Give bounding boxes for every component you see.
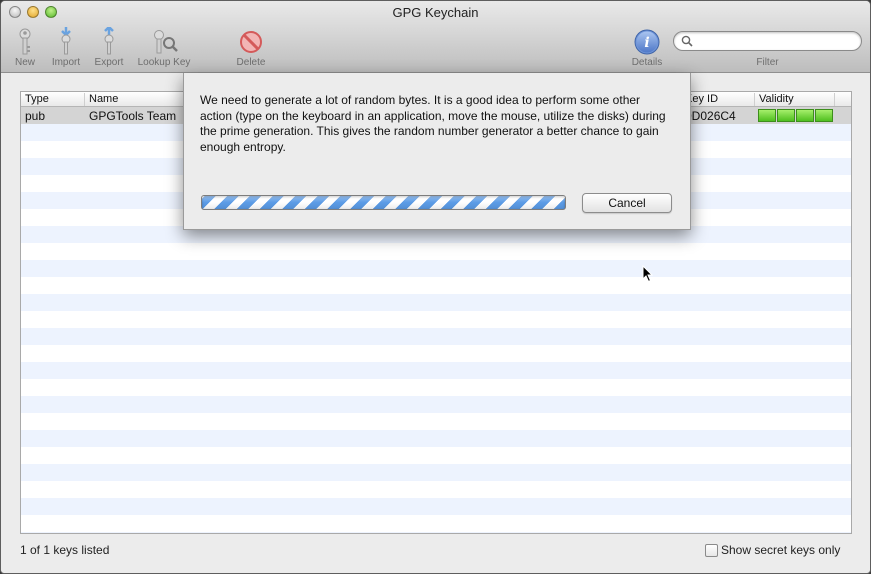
search-icon [681,35,693,47]
export-label: Export [94,57,124,68]
search-input[interactable] [696,34,856,48]
empty-row [21,243,851,260]
column-header-type[interactable]: Type [21,93,85,106]
lookup-key-button[interactable]: Lookup Key [134,27,194,68]
keys-count: 1 of 1 keys listed [20,543,110,557]
mouse-cursor-icon [642,265,654,283]
delete-button[interactable]: Delete [233,27,269,68]
delete-label: Delete [236,57,266,68]
empty-row [21,328,851,345]
validity-segment [815,109,833,122]
svg-text:i: i [644,35,649,51]
column-header-key-id[interactable]: Key ID [681,93,755,106]
details-button[interactable]: i Details [627,27,667,68]
empty-row [21,294,851,311]
details-label: Details [631,57,663,68]
new-key-button[interactable]: New [13,27,37,68]
row-type: pub [25,109,46,123]
lookup-key-icon [154,30,178,54]
empty-row [21,362,851,379]
lookup-key-label: Lookup Key [137,57,191,68]
empty-row [21,498,851,515]
validity-segment [758,109,776,122]
info-icon: i [634,29,660,55]
import-label: Import [51,57,81,68]
validity-segment [777,109,795,122]
show-secret-keys-label: Show secret keys only [721,543,841,557]
empty-row [21,532,851,533]
search-field[interactable] [673,31,862,51]
empty-row [21,311,851,328]
show-secret-keys-checkbox[interactable] [705,543,718,557]
filter-label: Filter [756,57,779,68]
export-icon [104,27,114,55]
main-window: GPG Keychain New Import Export Lookup Ke… [0,0,871,574]
empty-row [21,277,851,294]
cancel-button[interactable]: Cancel [582,193,672,213]
empty-row [21,515,851,532]
toolbar: GPG Keychain New Import Export Lookup Ke… [1,1,870,73]
empty-row [21,430,851,447]
key-icon [19,28,31,55]
empty-row [21,260,851,277]
import-icon [61,27,71,55]
empty-row [21,481,851,498]
entropy-sheet: We need to generate a lot of random byte… [183,73,691,230]
empty-row [21,413,851,430]
window-title: GPG Keychain [392,5,479,20]
import-button[interactable]: Import [49,27,83,68]
entropy-message: We need to generate a lot of random byte… [200,93,666,154]
show-secret-keys-toggle[interactable]: Show secret keys only [705,543,840,557]
validity-segment [796,109,814,122]
empty-row [21,396,851,413]
empty-row [21,447,851,464]
row-name: GPGTools Team [89,109,177,123]
column-header-validity[interactable]: Validity [755,93,835,106]
empty-row [21,345,851,362]
new-key-label: New [14,57,35,68]
validity-indicator [758,109,833,122]
progress-bar [201,195,566,210]
delete-icon [240,31,262,53]
empty-row [21,379,851,396]
empty-row [21,464,851,481]
export-button[interactable]: Export [92,27,126,68]
